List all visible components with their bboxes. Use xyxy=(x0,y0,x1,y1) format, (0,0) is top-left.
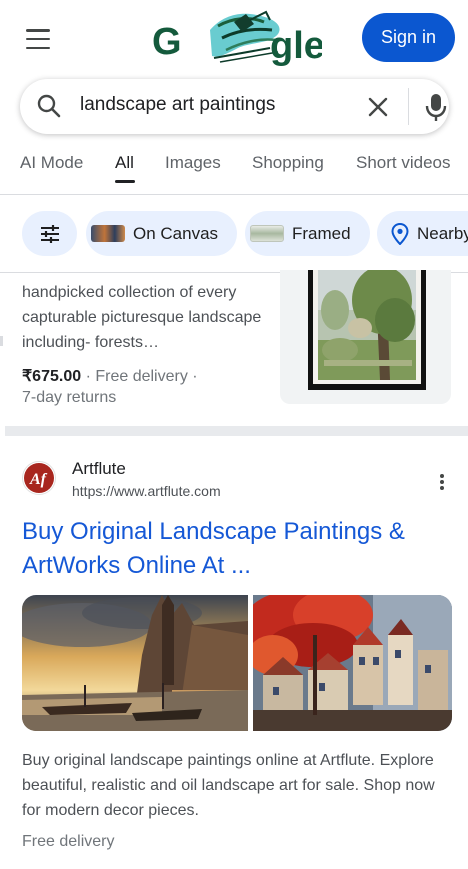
framed-thumbnail xyxy=(250,225,284,242)
on-canvas-thumbnail xyxy=(91,225,125,242)
chip-framed[interactable]: Framed xyxy=(245,211,370,256)
header: G gle Sign in xyxy=(0,0,468,78)
product-description: handpicked collection of every capturabl… xyxy=(22,284,262,351)
active-tab-indicator xyxy=(115,180,135,183)
chip-label: Nearby xyxy=(417,223,468,243)
search-icon xyxy=(37,94,61,118)
site-favicon[interactable]: Af xyxy=(22,461,56,495)
site-url[interactable]: https://www.artflute.com xyxy=(72,483,221,499)
scroll-marker xyxy=(0,336,3,346)
result-images xyxy=(22,595,452,731)
section-separator xyxy=(5,426,468,436)
filter-settings-chip[interactable] xyxy=(22,211,77,256)
tab-all[interactable]: All xyxy=(115,153,134,173)
search-tabs: AI Mode All Images Shopping Short videos xyxy=(0,140,468,195)
chip-label: Framed xyxy=(292,223,351,243)
svg-text:Af: Af xyxy=(29,471,48,488)
more-vert-icon[interactable] xyxy=(435,472,449,492)
result-delivery: Free delivery xyxy=(22,833,115,850)
framed-painting-image xyxy=(308,266,426,390)
site-name[interactable]: Artflute xyxy=(72,459,126,479)
artflute-logo-icon: Af xyxy=(24,463,54,493)
svg-text:gle: gle xyxy=(270,25,322,66)
menu-icon[interactable] xyxy=(22,26,54,52)
tab-ai-mode[interactable]: AI Mode xyxy=(20,153,83,173)
product-image[interactable] xyxy=(280,266,451,404)
google-doodle-logo[interactable]: G gle xyxy=(150,8,322,66)
chip-label: On Canvas xyxy=(133,223,219,243)
location-pin-icon xyxy=(391,222,409,245)
search-box[interactable]: landscape art paintings xyxy=(20,79,449,134)
mic-icon[interactable] xyxy=(424,92,448,122)
chip-on-canvas[interactable]: On Canvas xyxy=(86,211,237,256)
svg-text:G: G xyxy=(152,21,182,63)
filter-icon xyxy=(40,224,59,243)
search-divider xyxy=(408,88,409,125)
product-returns: 7-day returns xyxy=(22,389,117,406)
product-price: ₹675.00 xyxy=(22,368,82,385)
sign-in-button[interactable]: Sign in xyxy=(362,13,455,62)
filter-chips: On Canvas Framed Nearby xyxy=(0,195,468,273)
tab-short-videos[interactable]: Short videos xyxy=(356,153,451,173)
tab-shopping[interactable]: Shopping xyxy=(252,153,324,173)
result-snippet: Buy original landscape paintings online … xyxy=(22,752,435,819)
varanasi-ghats-painting[interactable] xyxy=(22,595,248,731)
product-shipping: · Free delivery · xyxy=(81,368,198,385)
result-title-link[interactable]: Buy Original Landscape Paintings & ArtWo… xyxy=(22,515,452,583)
red-tree-city-painting[interactable] xyxy=(253,595,452,731)
tab-images[interactable]: Images xyxy=(165,153,221,173)
clear-icon[interactable] xyxy=(365,94,391,120)
product-price-line: ₹675.00 · Free delivery · xyxy=(22,366,198,386)
search-input[interactable]: landscape art paintings xyxy=(80,94,275,116)
chip-nearby[interactable]: Nearby xyxy=(377,211,468,256)
